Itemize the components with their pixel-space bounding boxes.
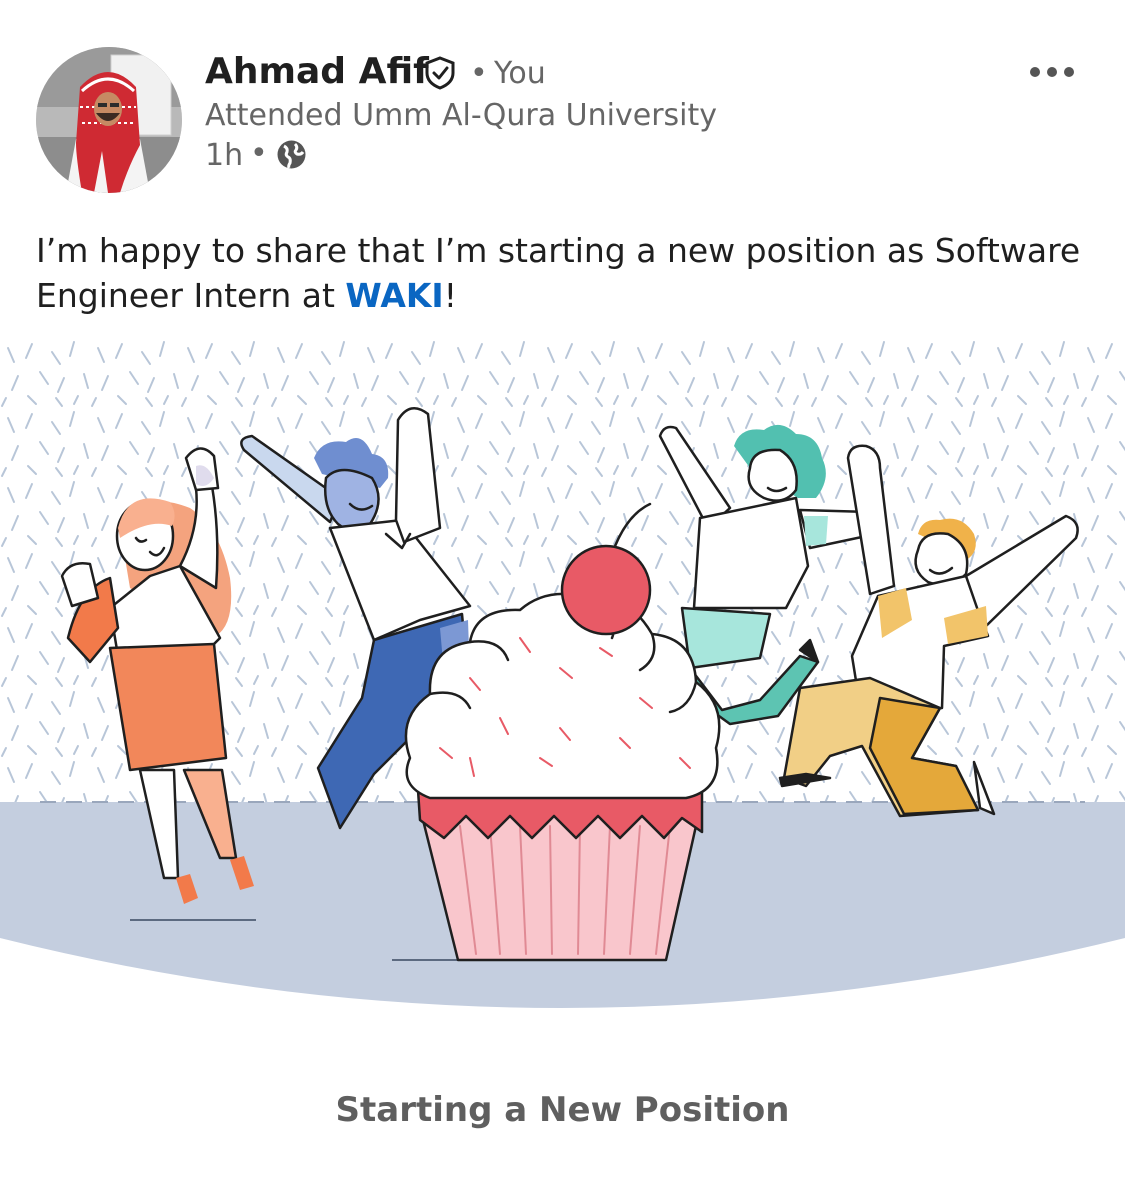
- avatar-photo: [36, 47, 182, 193]
- author-avatar[interactable]: [36, 47, 182, 193]
- post-timestamp: 1h: [205, 138, 244, 173]
- author-headline: Attended Umm Al-Qura University: [205, 98, 718, 133]
- company-mention-link[interactable]: WAKI: [345, 276, 443, 315]
- globe-icon: [277, 140, 306, 169]
- post-text-before: I’m happy to share that I’m starting a n…: [36, 231, 1081, 315]
- post-text-after: !: [443, 276, 457, 315]
- post-body-text: I’m happy to share that I’m starting a n…: [36, 228, 1096, 318]
- separator-dot: •: [470, 56, 488, 91]
- celebration-cupcake-illustration[interactable]: [0, 338, 1125, 1018]
- card-caption[interactable]: Starting a New Position: [0, 1082, 1125, 1138]
- post-card: Ahmad Afif • You Attended Umm Al-Qura Un…: [0, 0, 1125, 1199]
- author-name[interactable]: Ahmad Afif: [205, 50, 429, 94]
- verified-shield-icon: [425, 56, 455, 90]
- separator-dot: •: [250, 136, 268, 171]
- you-label: You: [494, 56, 546, 91]
- more-horizontal-icon[interactable]: [1024, 58, 1080, 86]
